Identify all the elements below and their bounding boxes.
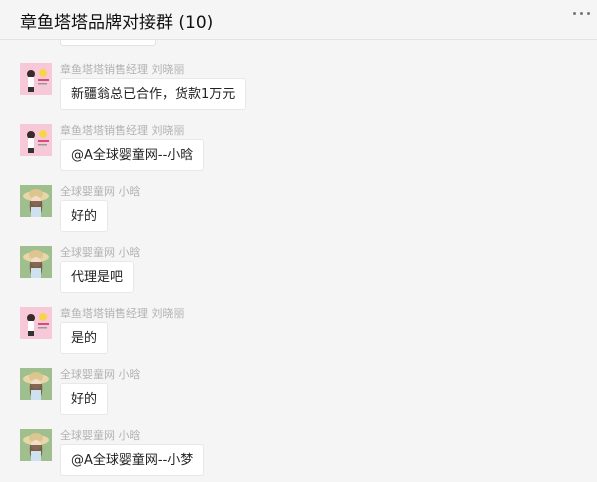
octopus-brand-avatar[interactable] [20,63,52,95]
message-item: 章鱼塔塔销售经理 刘晓丽 是的 [0,307,597,357]
message-bubble[interactable]: 代理是吧 [60,261,135,293]
message-bubble[interactable]: 好的 [60,200,109,232]
octopus-brand-avatar[interactable] [20,307,52,339]
message-bubble[interactable]: 新疆翁总已合作，货款1万元 [60,78,247,110]
sender-name: 章鱼塔塔销售经理 刘晓丽 [60,307,185,320]
chat-header: 章鱼塔塔品牌对接群 (10) [0,0,597,40]
girl-straw-hat-avatar[interactable] [20,429,52,461]
message-bubble[interactable]: @A全球婴童网--小晗 [60,139,205,171]
more-horizontal-icon[interactable] [573,12,591,18]
girl-straw-hat-avatar[interactable] [20,246,52,278]
message-bubble[interactable]: 好的 [60,383,109,415]
message-item: 全球婴童网 小晗 代理是吧 [0,246,597,296]
message-item: 全球婴童网 小晗 @A全球婴童网--小梦 [0,429,597,479]
message-item: 全球婴童网 小晗 好的 [0,368,597,418]
octopus-brand-avatar[interactable] [20,124,52,156]
sender-name: 全球婴童网 小晗 [60,246,141,259]
sender-name: 全球婴童网 小晗 [60,185,141,198]
message-bubble[interactable]: @A全球婴童网--小梦 [60,444,205,476]
sender-name: 章鱼塔塔销售经理 刘晓丽 [60,124,185,137]
chat-title: 章鱼塔塔品牌对接群 (10) [20,13,214,33]
previous-message-bubble [60,40,156,46]
sender-name: 全球婴童网 小晗 [60,429,141,442]
girl-straw-hat-avatar[interactable] [20,368,52,400]
message-item: 全球婴童网 小晗 好的 [0,185,597,235]
girl-straw-hat-avatar[interactable] [20,185,52,217]
sender-name: 章鱼塔塔销售经理 刘晓丽 [60,63,185,76]
sender-name: 全球婴童网 小晗 [60,368,141,381]
message-item: 章鱼塔塔销售经理 刘晓丽 @A全球婴童网--小晗 [0,124,597,174]
message-bubble[interactable]: 是的 [60,322,109,354]
message-item: 章鱼塔塔销售经理 刘晓丽 新疆翁总已合作，货款1万元 [0,63,597,113]
